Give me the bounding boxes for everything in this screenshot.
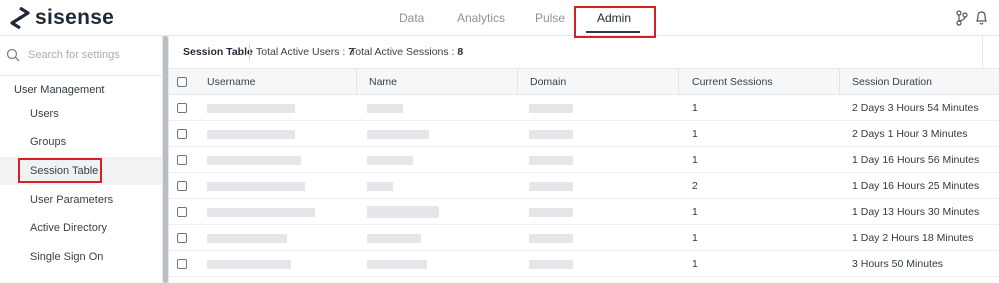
table-row[interactable]: 1 3 Hours 50 Minutes	[169, 251, 999, 277]
active-sessions-value: 8	[457, 46, 464, 58]
session-duration-cell: 1 Day 2 Hours 18 Minutes	[852, 232, 974, 244]
sidebar-item-single-sign-on[interactable]: Single Sign On	[30, 251, 103, 263]
tab-pulse[interactable]: Pulse	[535, 11, 565, 25]
name-redacted	[367, 130, 429, 139]
sidebar-divider	[0, 75, 162, 76]
column-header-name[interactable]: Name	[369, 76, 397, 88]
column-header-session-duration[interactable]: Session Duration	[852, 76, 932, 88]
column-separator	[678, 69, 679, 95]
name-redacted	[367, 260, 427, 269]
top-bar: sisense Data Analytics Pulse Admin	[0, 0, 999, 38]
table-row[interactable]: 1 1 Day 13 Hours 30 Minutes	[169, 199, 999, 225]
username-redacted	[207, 208, 315, 217]
active-users-stat: Total Active Users : 7	[256, 46, 354, 58]
name-redacted	[367, 156, 413, 165]
session-duration-cell: 3 Hours 50 Minutes	[852, 258, 944, 270]
username-redacted	[207, 260, 291, 269]
tab-analytics[interactable]: Analytics	[457, 11, 505, 25]
username-redacted	[207, 104, 295, 113]
bell-icon[interactable]	[975, 10, 988, 26]
active-sessions-stat: Total Active Sessions : 8	[350, 46, 463, 58]
current-sessions-cell: 1	[692, 154, 698, 166]
name-redacted	[367, 182, 393, 191]
sidebar-item-groups[interactable]: Groups	[30, 136, 66, 148]
current-sessions-cell: 2	[692, 180, 698, 192]
username-redacted	[207, 130, 295, 139]
username-redacted	[207, 182, 305, 191]
column-separator	[517, 69, 518, 95]
section-title-user-management: User Management	[14, 84, 105, 96]
domain-redacted	[529, 182, 573, 191]
tab-data[interactable]: Data	[399, 11, 424, 25]
session-table-highlight-box	[18, 158, 102, 183]
admin-highlight-box	[574, 6, 656, 38]
name-redacted	[367, 104, 403, 113]
sidebar-item-users[interactable]: Users	[30, 108, 59, 120]
table-row[interactable]: 1 1 Day 2 Hours 18 Minutes	[169, 225, 999, 251]
session-duration-cell: 1 Day 16 Hours 56 Minutes	[852, 154, 980, 166]
username-redacted	[207, 234, 287, 243]
row-checkbox[interactable]	[177, 207, 187, 217]
current-sessions-cell: 1	[692, 258, 698, 270]
current-sessions-cell: 1	[692, 206, 698, 218]
sidebar-item-active-directory[interactable]: Active Directory	[30, 222, 107, 234]
search-input[interactable]: Search for settings	[28, 49, 120, 61]
current-sessions-cell: 1	[692, 128, 698, 140]
main-content: Session Table Total Active Users : 7 Tot…	[169, 36, 999, 283]
toolbar-edge	[982, 36, 983, 69]
row-checkbox[interactable]	[177, 259, 187, 269]
current-sessions-cell: 1	[692, 232, 698, 244]
row-checkbox[interactable]	[177, 155, 187, 165]
domain-redacted	[529, 234, 573, 243]
session-duration-cell: 2 Days 3 Hours 54 Minutes	[852, 102, 979, 114]
domain-redacted	[529, 260, 573, 269]
search-icon	[6, 48, 20, 62]
page-title: Session Table	[183, 46, 253, 58]
table-row[interactable]: 2 1 Day 16 Hours 25 Minutes	[169, 173, 999, 199]
select-all-checkbox[interactable]	[177, 77, 187, 87]
column-header-current-sessions[interactable]: Current Sessions	[692, 76, 773, 88]
main-nav: Data Analytics Pulse Admin	[0, 0, 999, 38]
active-users-label: Total Active Users :	[256, 46, 346, 58]
domain-redacted	[529, 104, 573, 113]
table-header: Username Name Domain Current Sessions Se…	[169, 69, 999, 95]
active-sessions-label: Total Active Sessions :	[350, 46, 455, 58]
column-header-username[interactable]: Username	[207, 76, 255, 88]
table-row[interactable]: 1 2 Days 3 Hours 54 Minutes	[169, 95, 999, 121]
row-checkbox[interactable]	[177, 181, 187, 191]
sidebar-item-user-parameters[interactable]: User Parameters	[30, 194, 113, 206]
name-redacted	[367, 206, 439, 218]
domain-redacted	[529, 156, 573, 165]
sidebar: Search for settings User Management User…	[0, 36, 162, 283]
domain-redacted	[529, 130, 573, 139]
table-row[interactable]: 1 1 Day 16 Hours 56 Minutes	[169, 147, 999, 173]
username-redacted	[207, 156, 301, 165]
name-redacted	[367, 234, 421, 243]
settings-search[interactable]: Search for settings	[6, 44, 156, 66]
column-separator	[839, 69, 840, 95]
toolbar-separator	[249, 43, 250, 61]
row-checkbox[interactable]	[177, 233, 187, 243]
current-sessions-cell: 1	[692, 102, 698, 114]
branch-icon[interactable]	[955, 10, 969, 26]
table-row[interactable]: 1 2 Days 1 Hour 3 Minutes	[169, 121, 999, 147]
row-checkbox[interactable]	[177, 129, 187, 139]
session-toolbar: Session Table Total Active Users : 7 Tot…	[169, 36, 999, 69]
domain-redacted	[529, 208, 573, 217]
column-separator	[356, 69, 357, 95]
session-duration-cell: 2 Days 1 Hour 3 Minutes	[852, 128, 968, 140]
column-header-domain[interactable]: Domain	[530, 76, 566, 88]
session-duration-cell: 1 Day 16 Hours 25 Minutes	[852, 180, 980, 192]
sidebar-scrollbar-thumb[interactable]	[163, 36, 168, 283]
session-duration-cell: 1 Day 13 Hours 30 Minutes	[852, 206, 980, 218]
row-checkbox[interactable]	[177, 103, 187, 113]
